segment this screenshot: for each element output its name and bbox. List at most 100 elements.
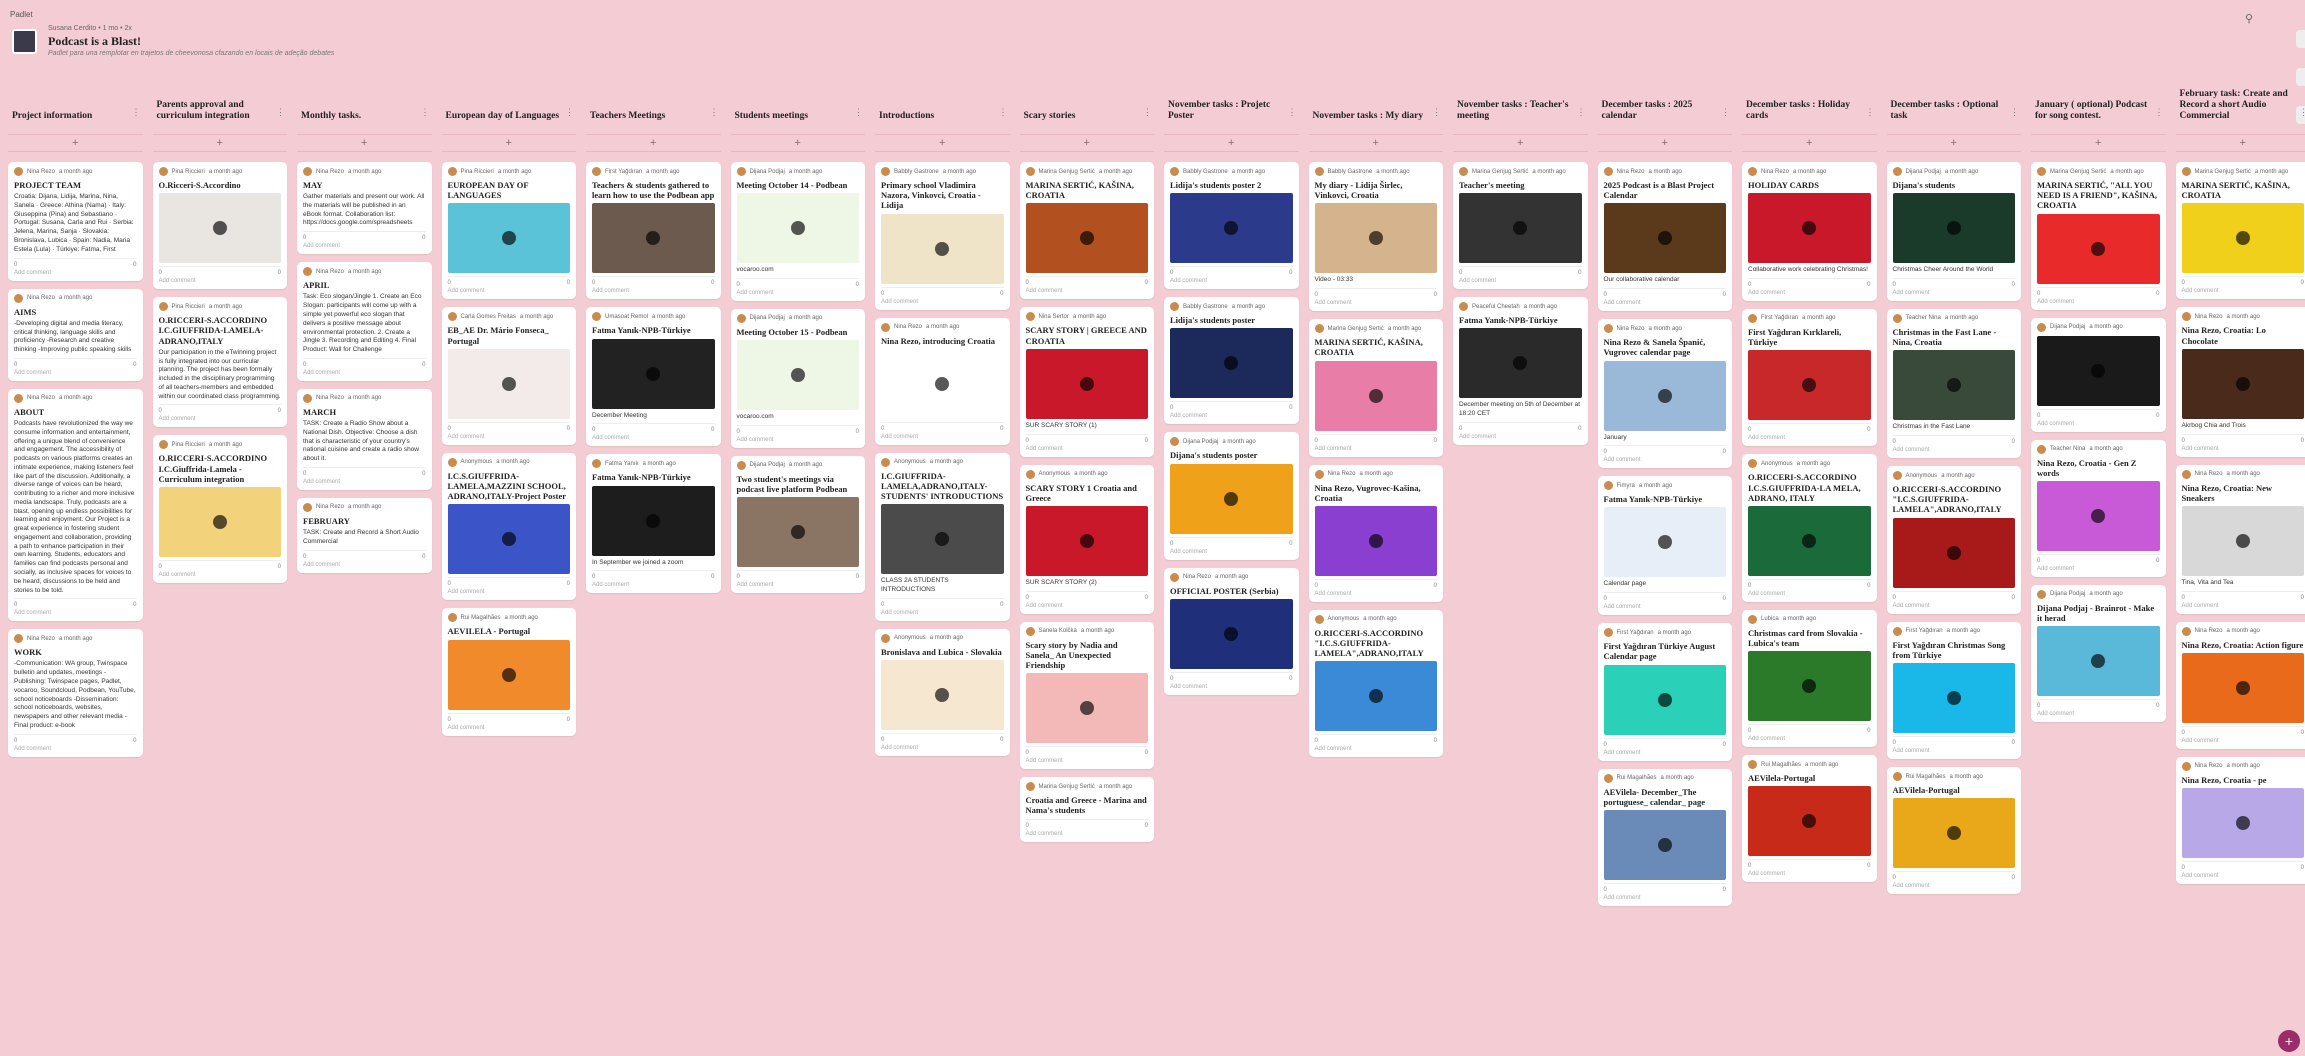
post-card[interactable]: Pina Riccieri a month ago O.Ricceri-S.Acco… bbox=[152, 162, 287, 290]
post-card[interactable]: Peaceful Cheetah a month ago Fatma Yanık-N… bbox=[1453, 297, 1588, 445]
add-post-button[interactable]: + bbox=[8, 134, 143, 152]
comment-count[interactable]: 0 bbox=[1145, 595, 1148, 601]
add-comment-link[interactable]: Add comment bbox=[1170, 413, 1293, 419]
add-comment-link[interactable]: Add comment bbox=[14, 270, 137, 276]
post-attachment[interactable] bbox=[592, 485, 715, 556]
post-attachment[interactable] bbox=[2181, 348, 2304, 419]
like-count[interactable]: 0 bbox=[1315, 438, 1318, 444]
like-count[interactable]: 0 bbox=[1604, 887, 1607, 893]
add-comment-link[interactable]: Add comment bbox=[1459, 278, 1582, 284]
post-card[interactable]: Dijana Podjaj a month ago 0 0 Add comment bbox=[2031, 317, 2166, 432]
like-count[interactable]: 0 bbox=[1604, 449, 1607, 455]
comment-count[interactable]: 0 bbox=[278, 564, 281, 570]
post-card[interactable]: Marina Genjug Sertić a month ago MARINA SE… bbox=[1019, 162, 1154, 300]
padlet-brand[interactable]: Padlet bbox=[10, 10, 33, 19]
add-comment-link[interactable]: Add comment bbox=[881, 745, 1004, 751]
like-count[interactable]: 0 bbox=[1893, 282, 1896, 288]
comment-count[interactable]: 0 bbox=[278, 408, 281, 414]
post-card[interactable]: Marina Genjug Sertić a month ago MARINA SE… bbox=[1308, 319, 1443, 457]
add-post-button[interactable]: + bbox=[1886, 134, 2021, 152]
add-comment-link[interactable]: Add comment bbox=[1893, 290, 2016, 296]
add-post-button[interactable]: + bbox=[1019, 134, 1154, 152]
comment-count[interactable]: 0 bbox=[2301, 730, 2304, 736]
column-menu-icon[interactable]: ⋮ bbox=[999, 107, 1008, 118]
play-icon[interactable] bbox=[2235, 231, 2250, 246]
add-comment-link[interactable]: Add comment bbox=[1604, 750, 1727, 756]
post-card[interactable]: Sanela Kolčka a month ago Scary story by N… bbox=[1019, 621, 1154, 770]
post-card[interactable]: Rui Magalhães a month ago AEVilela-Portuga… bbox=[1742, 755, 1877, 883]
add-comment-link[interactable]: Add comment bbox=[1026, 446, 1149, 452]
add-comment-link[interactable]: Add comment bbox=[881, 434, 1004, 440]
post-card[interactable]: Nina Rezo a month ago HOLIDAY CARDS Collabo… bbox=[1742, 162, 1877, 301]
post-card[interactable]: Nina Rezo a month ago MAY Gather materials … bbox=[297, 162, 432, 255]
add-comment-link[interactable]: Add comment bbox=[303, 479, 426, 485]
play-icon[interactable] bbox=[935, 688, 950, 703]
post-attachment[interactable] bbox=[2037, 213, 2160, 284]
comment-count[interactable]: 0 bbox=[711, 427, 714, 433]
add-comment-link[interactable]: Add comment bbox=[1026, 831, 1149, 837]
comment-count[interactable]: 0 bbox=[711, 280, 714, 286]
post-attachment[interactable] bbox=[2181, 505, 2304, 576]
comment-count[interactable]: 0 bbox=[2301, 438, 2304, 444]
add-comment-link[interactable]: Add comment bbox=[1893, 748, 2016, 754]
play-icon[interactable] bbox=[1368, 533, 1383, 548]
add-comment-link[interactable]: Add comment bbox=[14, 746, 137, 752]
add-comment-link[interactable]: Add comment bbox=[1459, 434, 1582, 440]
column-menu-icon[interactable]: ⋮ bbox=[2155, 107, 2164, 118]
like-count[interactable]: 0 bbox=[159, 564, 162, 570]
post-attachment[interactable] bbox=[2181, 788, 2304, 859]
like-count[interactable]: 0 bbox=[2182, 438, 2185, 444]
add-comment-link[interactable]: Add comment bbox=[1170, 684, 1293, 690]
post-card[interactable]: First Yağdıran a month ago First Yağdıran … bbox=[1597, 623, 1732, 761]
like-count[interactable]: 0 bbox=[1026, 750, 1029, 756]
post-card[interactable]: Nina Rezo a month ago ABOUT Podcasts have r… bbox=[8, 388, 143, 622]
add-comment-link[interactable]: Add comment bbox=[1604, 457, 1727, 463]
play-icon[interactable] bbox=[1657, 535, 1672, 550]
play-icon[interactable] bbox=[1368, 388, 1383, 403]
comment-count[interactable]: 0 bbox=[2301, 280, 2304, 286]
add-comment-link[interactable]: Add comment bbox=[1893, 447, 2016, 453]
add-comment-link[interactable]: Add comment bbox=[1748, 290, 1871, 296]
comment-count[interactable]: 0 bbox=[2012, 439, 2015, 445]
comment-count[interactable]: 0 bbox=[567, 280, 570, 286]
like-count[interactable]: 0 bbox=[1315, 292, 1318, 298]
add-comment-link[interactable]: Add comment bbox=[1026, 758, 1149, 764]
like-count[interactable]: 0 bbox=[448, 426, 451, 432]
post-attachment[interactable] bbox=[2037, 480, 2160, 551]
play-icon[interactable] bbox=[1946, 691, 1961, 706]
add-comment-link[interactable]: Add comment bbox=[1893, 603, 2016, 609]
add-comment-link[interactable]: Add comment bbox=[1604, 604, 1727, 610]
post-card[interactable]: Nina Rezo a month ago PROJECT TEAM Croatia:… bbox=[8, 162, 143, 281]
like-count[interactable]: 0 bbox=[159, 270, 162, 276]
play-icon[interactable] bbox=[1946, 221, 1961, 236]
comment-count[interactable]: 0 bbox=[2301, 865, 2304, 871]
post-card[interactable]: Nina Rezo a month ago OFFICIAL POSTER (Ser… bbox=[1164, 567, 1299, 695]
post-attachment[interactable] bbox=[1314, 203, 1437, 274]
post-card[interactable]: Nina Rezo a month ago APRIL Task: Eco sloga… bbox=[297, 262, 432, 381]
comment-count[interactable]: 0 bbox=[2012, 595, 2015, 601]
comment-count[interactable]: 0 bbox=[1723, 596, 1726, 602]
column-menu-icon[interactable]: ⋮ bbox=[1143, 107, 1152, 118]
like-count[interactable]: 0 bbox=[14, 602, 17, 608]
post-attachment[interactable] bbox=[1603, 809, 1726, 880]
add-comment-link[interactable]: Add comment bbox=[1315, 446, 1438, 452]
like-count[interactable]: 0 bbox=[14, 362, 17, 368]
post-attachment[interactable] bbox=[1892, 193, 2015, 264]
comment-count[interactable]: 0 bbox=[1578, 426, 1581, 432]
add-comment-link[interactable]: Add comment bbox=[1604, 300, 1727, 306]
post-card[interactable]: Nina Rezo a month ago Nina Rezo, Croatia: … bbox=[2175, 307, 2305, 457]
like-count[interactable]: 0 bbox=[303, 235, 306, 241]
post-card[interactable]: Pina Riccieri a month ago O.RICCERI-S.ACCO… bbox=[152, 297, 287, 428]
comment-count[interactable]: 0 bbox=[1867, 583, 1870, 589]
play-icon[interactable] bbox=[501, 376, 516, 391]
post-card[interactable]: Nina Rezo a month ago Nina Rezo & Sanela Š… bbox=[1597, 319, 1732, 469]
post-attachment[interactable] bbox=[1892, 350, 2015, 421]
post-card[interactable]: First Yağdıran a month ago First Yağdıran … bbox=[1742, 308, 1877, 447]
add-comment-link[interactable]: Add comment bbox=[1748, 591, 1871, 597]
comment-count[interactable]: 0 bbox=[1000, 426, 1003, 432]
like-count[interactable]: 0 bbox=[737, 282, 740, 288]
like-count[interactable]: 0 bbox=[1170, 405, 1173, 411]
post-attachment[interactable] bbox=[1603, 360, 1726, 431]
play-icon[interactable] bbox=[1802, 533, 1817, 548]
add-comment-link[interactable]: Add comment bbox=[737, 290, 860, 296]
